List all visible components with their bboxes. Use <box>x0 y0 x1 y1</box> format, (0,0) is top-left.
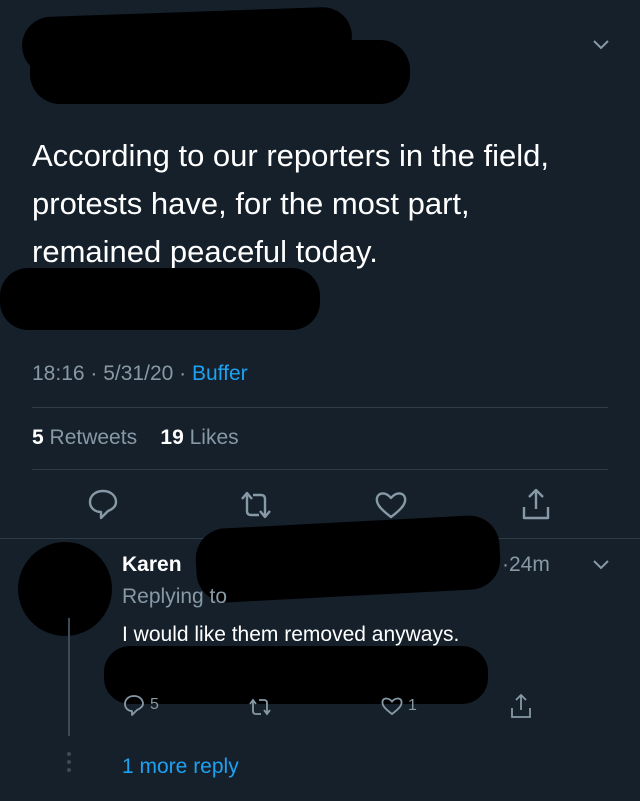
reply-reply-icon[interactable]: 5 <box>122 693 159 717</box>
tweet-text: According to our reporters in the field,… <box>32 138 549 269</box>
thread-line <box>68 618 70 736</box>
redacted-line <box>104 646 488 704</box>
meta-separator: · <box>502 553 509 576</box>
reply-icon[interactable] <box>86 487 120 521</box>
meta-separator: · <box>90 362 104 385</box>
reply-menu-chevron-icon[interactable] <box>591 558 611 572</box>
retweets-label: Retweets <box>49 426 138 449</box>
reply-share-icon[interactable] <box>509 692 533 720</box>
reply-retweet-icon[interactable] <box>247 697 273 717</box>
redacted-header-2 <box>30 40 410 104</box>
reply-reply-count: 5 <box>150 696 159 713</box>
likes-stat[interactable]: 19 Likes <box>160 426 238 449</box>
retweets-count: 5 <box>32 426 44 449</box>
divider <box>32 469 608 470</box>
like-icon[interactable] <box>374 490 408 520</box>
retweets-stat[interactable]: 5 Retweets <box>32 426 137 449</box>
tweet-date: 5/31/20 <box>103 362 174 385</box>
reply-time-value: 24m <box>509 553 550 576</box>
replying-to-label: Replying to <box>122 585 228 608</box>
reply-like-count: 1 <box>408 697 417 714</box>
share-icon[interactable] <box>520 486 552 522</box>
likes-label: Likes <box>189 426 239 449</box>
tweet-time: 18:16 <box>32 362 85 385</box>
reply-author-name[interactable]: Karen <box>122 553 182 577</box>
tweet-menu-chevron-icon[interactable] <box>591 38 611 52</box>
retweet-icon[interactable] <box>238 489 274 521</box>
reply-time: ·24m <box>502 553 550 577</box>
divider <box>32 407 608 408</box>
tweet-stats: 5 Retweets 19 Likes <box>32 426 239 450</box>
thread-dots <box>66 752 72 776</box>
redacted-handle <box>194 514 502 604</box>
reply-text: I would like them removed anyways. <box>122 623 460 646</box>
likes-count: 19 <box>160 426 184 449</box>
tweet-meta: 18:16 · 5/31/20 · Buffer <box>32 362 248 386</box>
tweet-source-link[interactable]: Buffer <box>192 362 248 385</box>
more-replies-link[interactable]: 1 more reply <box>122 755 239 779</box>
redacted-line <box>0 268 320 330</box>
avatar[interactable] <box>18 542 112 636</box>
meta-separator: · <box>179 362 192 385</box>
reply-like-icon[interactable]: 1 <box>380 695 417 717</box>
